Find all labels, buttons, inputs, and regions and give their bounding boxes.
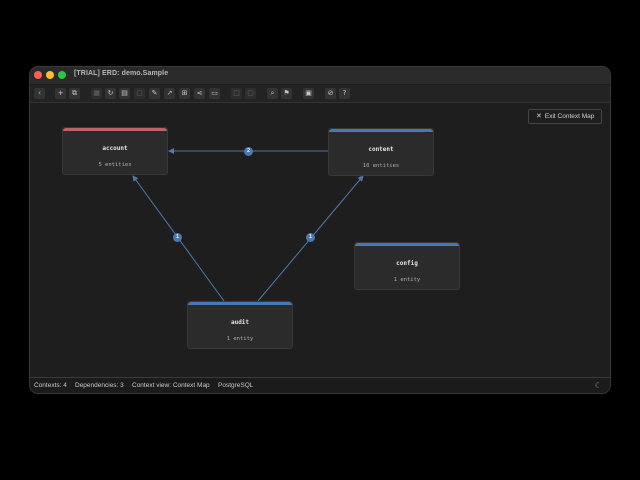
refresh-button[interactable]: ↻ (105, 88, 116, 99)
status-bar: Contexts: 4 Dependencies: 3 Context view… (30, 377, 610, 393)
refresh-icon: ↻ (107, 89, 114, 97)
status-database: PostgreSQL (218, 382, 254, 389)
node-color-bar (355, 243, 459, 246)
folder-icon: ▭ (211, 89, 218, 97)
context-map-canvas[interactable]: 2 1 1 ✕ Exit Context Map account 5 entiti… (30, 103, 610, 377)
square-alt-button[interactable]: ▢ (245, 88, 256, 99)
toolbar: ‹ + ⧉ ▦ ↻ ▤ ▢ ✎ ↗ ⊞ ⋖ ▭ □ ▢ ⌕ ⚑ ▣ ⊘ ? (30, 85, 610, 103)
grid-icon: ⊞ (181, 89, 188, 97)
square-icon: □ (233, 89, 240, 97)
link-button[interactable]: ⊘ (325, 88, 336, 99)
moon-icon[interactable]: ☾ (595, 378, 602, 393)
export-button[interactable]: ↗ (164, 88, 175, 99)
document-button[interactable]: ▢ (134, 88, 145, 99)
status-view: Context view: Context Map (132, 382, 210, 389)
edge-badge-audit-account[interactable]: 1 (173, 233, 182, 242)
table-icon: ▦ (93, 89, 100, 97)
node-name: content (368, 146, 394, 153)
flag-icon: ⚑ (283, 89, 290, 97)
help-icon: ? (342, 89, 347, 97)
image-button[interactable]: ▣ (303, 88, 314, 99)
grid-button[interactable]: ⊞ (179, 88, 190, 99)
link-icon: ⊘ (327, 89, 334, 97)
minimize-window-button[interactable] (46, 71, 54, 79)
folder-button[interactable]: ▭ (209, 88, 220, 99)
app-window: [TRIAL] ERD: demo.Sample ‹ + ⧉ ▦ ↻ ▤ ▢ ✎… (30, 67, 610, 393)
edit-icon: ✎ (151, 89, 158, 97)
layout-icon: ▤ (121, 89, 128, 97)
share-button[interactable]: ⋖ (194, 88, 205, 99)
duplicate-icon: ⧉ (72, 89, 77, 97)
image-icon: ▣ (305, 89, 312, 97)
node-entity-count: 1 entity (226, 336, 254, 342)
maximize-window-button[interactable] (58, 71, 66, 79)
node-name: account (102, 145, 128, 152)
exit-context-map-label: Exit Context Map (544, 113, 595, 120)
square-alt-icon: ▢ (247, 89, 254, 97)
status-dependencies: Dependencies: 3 (75, 382, 124, 389)
flag-button[interactable]: ⚑ (281, 88, 292, 99)
context-node-content[interactable]: content 10 entities (328, 128, 434, 176)
back-button[interactable]: ‹ (34, 88, 45, 99)
node-color-bar (188, 302, 292, 305)
help-button[interactable]: ? (339, 88, 350, 99)
search-icon: ⌕ (270, 89, 275, 97)
layout-button[interactable]: ▤ (119, 88, 130, 99)
exit-context-map-button[interactable]: ✕ Exit Context Map (528, 109, 603, 124)
node-name: audit (230, 319, 250, 326)
document-icon: ▢ (136, 89, 143, 97)
context-node-account[interactable]: account 5 entities (62, 127, 168, 175)
search-button[interactable]: ⌕ (267, 88, 278, 99)
share-icon: ⋖ (196, 89, 203, 97)
add-icon: + (57, 89, 64, 97)
close-icon: ✕ (536, 113, 542, 120)
status-contexts: Contexts: 4 (34, 382, 67, 389)
add-button[interactable]: + (55, 88, 66, 99)
context-node-config[interactable]: config 1 entity (354, 242, 460, 290)
square-button[interactable]: □ (231, 88, 242, 99)
window-title: [TRIAL] ERD: demo.Sample (74, 70, 169, 77)
context-node-audit[interactable]: audit 1 entity (187, 301, 293, 349)
chevron-left-icon: ‹ (38, 89, 41, 97)
edge-badge-content-account[interactable]: 2 (244, 147, 253, 156)
node-name: config (396, 260, 418, 267)
node-color-bar (63, 128, 167, 131)
edge-badge-audit-content[interactable]: 1 (306, 233, 315, 242)
node-entity-count: 1 entity (393, 277, 421, 283)
table-button[interactable]: ▦ (91, 88, 102, 99)
duplicate-button[interactable]: ⧉ (69, 88, 80, 99)
node-entity-count: 10 entities (362, 163, 400, 169)
export-icon: ↗ (166, 89, 173, 97)
node-entity-count: 5 entities (98, 162, 132, 168)
title-bar: [TRIAL] ERD: demo.Sample (30, 67, 610, 85)
node-color-bar (329, 129, 433, 132)
close-window-button[interactable] (34, 71, 42, 79)
edit-button[interactable]: ✎ (149, 88, 160, 99)
